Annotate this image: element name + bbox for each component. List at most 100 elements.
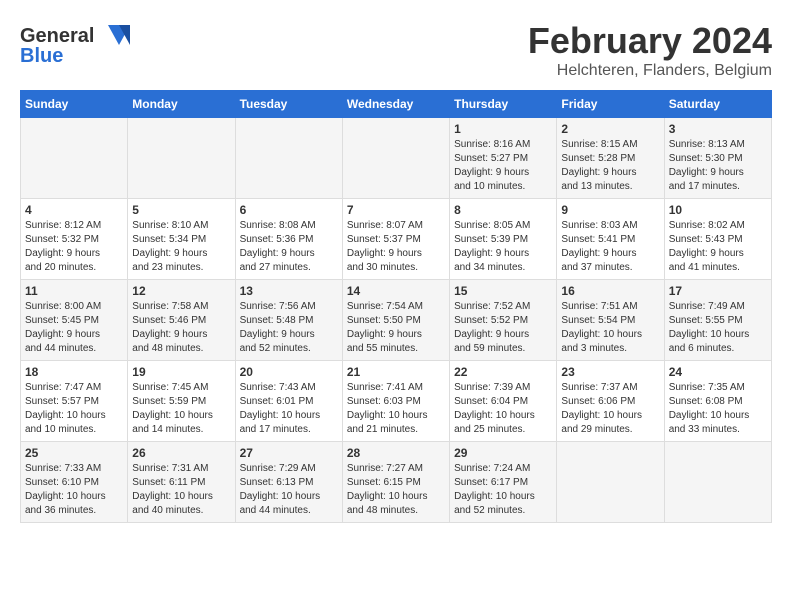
- logo: General Blue: [20, 20, 130, 70]
- calendar-cell: 24Sunrise: 7:35 AM Sunset: 6:08 PM Dayli…: [664, 361, 771, 442]
- day-info: Sunrise: 7:58 AM Sunset: 5:46 PM Dayligh…: [132, 300, 230, 356]
- day-number: 28: [347, 446, 445, 460]
- day-number: 27: [240, 446, 338, 460]
- day-info: Sunrise: 8:12 AM Sunset: 5:32 PM Dayligh…: [25, 219, 123, 275]
- calendar-row: 25 Sunrise: 7:33 AM Sunset: 6:10 PM Dayli…: [21, 442, 772, 523]
- day-info: Sunrise: 7:31 AM Sunset: 6:11 PM Dayligh…: [132, 462, 230, 518]
- day-info: Sunrise: 7:45 AM Sunset: 5:59 PM Dayligh…: [132, 381, 230, 437]
- day-number: 5: [132, 203, 230, 217]
- calendar-cell: 10 Sunrise: 8:02 AM Sunset: 5:43 PM Dayli…: [664, 199, 771, 280]
- calendar-cell: 2 Sunrise: 8:15 AM Sunset: 5:28 PM Daylig…: [557, 118, 664, 199]
- title-area: February 2024 Helchteren, Flanders, Belg…: [528, 20, 772, 80]
- header-day: Sunday: [21, 91, 128, 118]
- day-info: Sunrise: 7:56 AM Sunset: 5:48 PM Dayligh…: [240, 300, 338, 356]
- header: General Blue February 2024 Helchteren, F…: [20, 20, 772, 80]
- day-number: 21: [347, 365, 445, 379]
- calendar-row: 11 Sunrise: 8:00 AM Sunset: 5:45 PM Dayli…: [21, 280, 772, 361]
- day-info: Sunrise: 7:49 AM Sunset: 5:55 PM Dayligh…: [669, 300, 767, 356]
- day-number: 29: [454, 446, 552, 460]
- calendar-cell: 11 Sunrise: 8:00 AM Sunset: 5:45 PM Dayli…: [21, 280, 128, 361]
- calendar-cell: 16 Sunrise: 7:51 AM Sunset: 5:54 PM Dayli…: [557, 280, 664, 361]
- day-number: 8: [454, 203, 552, 217]
- day-info: Sunrise: 7:43 AM Sunset: 6:01 PM Dayligh…: [240, 381, 338, 437]
- day-info: Sunrise: 8:08 AM Sunset: 5:36 PM Dayligh…: [240, 219, 338, 275]
- day-info: Sunrise: 7:33 AM Sunset: 6:10 PM Dayligh…: [25, 462, 123, 518]
- day-info: Sunrise: 8:15 AM Sunset: 5:28 PM Dayligh…: [561, 138, 659, 194]
- day-number: 10: [669, 203, 767, 217]
- calendar-cell: 19 Sunrise: 7:45 AM Sunset: 5:59 PM Dayli…: [128, 361, 235, 442]
- calendar-cell: 8Sunrise: 8:05 AM Sunset: 5:39 PM Daylig…: [450, 199, 557, 280]
- calendar-row: 1 Sunrise: 8:16 AM Sunset: 5:27 PM Daylig…: [21, 118, 772, 199]
- day-number: 17: [669, 284, 767, 298]
- calendar-cell: [128, 118, 235, 199]
- svg-text:Blue: Blue: [20, 45, 63, 67]
- header-row: SundayMondayTuesdayWednesdayThursdayFrid…: [21, 91, 772, 118]
- day-number: 25: [25, 446, 123, 460]
- calendar-cell: 29Sunrise: 7:24 AM Sunset: 6:17 PM Dayli…: [450, 442, 557, 523]
- header-day: Thursday: [450, 91, 557, 118]
- calendar-cell: 7Sunrise: 8:07 AM Sunset: 5:37 PM Daylig…: [342, 199, 449, 280]
- day-number: 4: [25, 203, 123, 217]
- calendar-cell: [342, 118, 449, 199]
- day-number: 7: [347, 203, 445, 217]
- calendar-cell: 15 Sunrise: 7:52 AM Sunset: 5:52 PM Dayli…: [450, 280, 557, 361]
- header-day: Friday: [557, 91, 664, 118]
- calendar-row: 4 Sunrise: 8:12 AM Sunset: 5:32 PM Daylig…: [21, 199, 772, 280]
- day-number: 23: [561, 365, 659, 379]
- day-info: Sunrise: 7:27 AM Sunset: 6:15 PM Dayligh…: [347, 462, 445, 518]
- calendar-cell: [21, 118, 128, 199]
- header-day: Wednesday: [342, 91, 449, 118]
- calendar-cell: 23 Sunrise: 7:37 AM Sunset: 6:06 PM Dayli…: [557, 361, 664, 442]
- calendar-cell: 28 Sunrise: 7:27 AM Sunset: 6:15 PM Dayli…: [342, 442, 449, 523]
- calendar-cell: 5 Sunrise: 8:10 AM Sunset: 5:34 PM Daylig…: [128, 199, 235, 280]
- day-info: Sunrise: 7:51 AM Sunset: 5:54 PM Dayligh…: [561, 300, 659, 356]
- day-info: Sunrise: 8:10 AM Sunset: 5:34 PM Dayligh…: [132, 219, 230, 275]
- calendar-cell: 18 Sunrise: 7:47 AM Sunset: 5:57 PM Dayli…: [21, 361, 128, 442]
- header-day: Tuesday: [235, 91, 342, 118]
- day-info: Sunrise: 8:13 AM Sunset: 5:30 PM Dayligh…: [669, 138, 767, 194]
- day-info: Sunrise: 7:47 AM Sunset: 5:57 PM Dayligh…: [25, 381, 123, 437]
- day-number: 19: [132, 365, 230, 379]
- header-day: Saturday: [664, 91, 771, 118]
- day-info: Sunrise: 8:02 AM Sunset: 5:43 PM Dayligh…: [669, 219, 767, 275]
- day-number: 2: [561, 122, 659, 136]
- day-info: Sunrise: 7:37 AM Sunset: 6:06 PM Dayligh…: [561, 381, 659, 437]
- day-info: Sunrise: 8:03 AM Sunset: 5:41 PM Dayligh…: [561, 219, 659, 275]
- day-number: 22: [454, 365, 552, 379]
- day-number: 16: [561, 284, 659, 298]
- day-info: Sunrise: 8:00 AM Sunset: 5:45 PM Dayligh…: [25, 300, 123, 356]
- day-info: Sunrise: 8:16 AM Sunset: 5:27 PM Dayligh…: [454, 138, 552, 194]
- day-number: 15: [454, 284, 552, 298]
- day-number: 18: [25, 365, 123, 379]
- day-number: 14: [347, 284, 445, 298]
- day-info: Sunrise: 7:39 AM Sunset: 6:04 PM Dayligh…: [454, 381, 552, 437]
- day-info: Sunrise: 7:29 AM Sunset: 6:13 PM Dayligh…: [240, 462, 338, 518]
- day-number: 9: [561, 203, 659, 217]
- calendar-cell: 17 Sunrise: 7:49 AM Sunset: 5:55 PM Dayli…: [664, 280, 771, 361]
- calendar-cell: 25 Sunrise: 7:33 AM Sunset: 6:10 PM Dayli…: [21, 442, 128, 523]
- calendar-cell: 27 Sunrise: 7:29 AM Sunset: 6:13 PM Dayli…: [235, 442, 342, 523]
- calendar-cell: 6 Sunrise: 8:08 AM Sunset: 5:36 PM Daylig…: [235, 199, 342, 280]
- day-info: Sunrise: 7:52 AM Sunset: 5:52 PM Dayligh…: [454, 300, 552, 356]
- calendar-cell: [557, 442, 664, 523]
- calendar-cell: 14Sunrise: 7:54 AM Sunset: 5:50 PM Dayli…: [342, 280, 449, 361]
- calendar-row: 18 Sunrise: 7:47 AM Sunset: 5:57 PM Dayli…: [21, 361, 772, 442]
- logo-svg: General Blue: [20, 20, 130, 70]
- day-number: 11: [25, 284, 123, 298]
- calendar-cell: 21 Sunrise: 7:41 AM Sunset: 6:03 PM Dayli…: [342, 361, 449, 442]
- calendar-cell: 13Sunrise: 7:56 AM Sunset: 5:48 PM Dayli…: [235, 280, 342, 361]
- calendar-cell: 4 Sunrise: 8:12 AM Sunset: 5:32 PM Daylig…: [21, 199, 128, 280]
- day-number: 12: [132, 284, 230, 298]
- calendar-cell: 22 Sunrise: 7:39 AM Sunset: 6:04 PM Dayli…: [450, 361, 557, 442]
- day-number: 26: [132, 446, 230, 460]
- main-title: February 2024: [528, 20, 772, 62]
- calendar-cell: 12 Sunrise: 7:58 AM Sunset: 5:46 PM Dayli…: [128, 280, 235, 361]
- calendar-cell: 26 Sunrise: 7:31 AM Sunset: 6:11 PM Dayli…: [128, 442, 235, 523]
- header-day: Monday: [128, 91, 235, 118]
- calendar-cell: 9 Sunrise: 8:03 AM Sunset: 5:41 PM Daylig…: [557, 199, 664, 280]
- day-info: Sunrise: 7:41 AM Sunset: 6:03 PM Dayligh…: [347, 381, 445, 437]
- day-number: 6: [240, 203, 338, 217]
- calendar-table: SundayMondayTuesdayWednesdayThursdayFrid…: [20, 90, 772, 523]
- svg-text:General: General: [20, 25, 94, 47]
- day-number: 1: [454, 122, 552, 136]
